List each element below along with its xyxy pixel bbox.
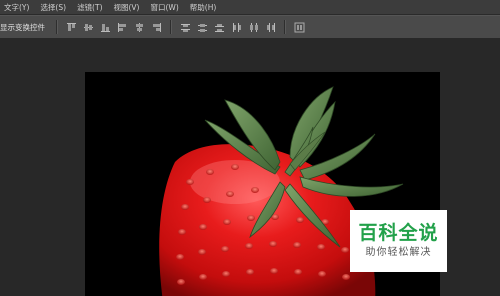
show-transform-controls-label[interactable]: 显示变换控件 bbox=[0, 22, 45, 33]
watermark-title: 百科全说 bbox=[358, 222, 439, 244]
align-vertical-centers-icon[interactable] bbox=[83, 22, 94, 33]
distribute-horizontal-centers-icon[interactable] bbox=[248, 22, 259, 33]
align-right-edges-icon[interactable] bbox=[151, 22, 162, 33]
menu-bar: 文字(Y) 选择(S) 滤镜(T) 视图(V) 窗口(W) 帮助(H) bbox=[0, 0, 500, 15]
align-horizontal-centers-icon[interactable] bbox=[134, 22, 145, 33]
menu-select[interactable]: 选择(S) bbox=[40, 2, 66, 13]
auto-align-layers-icon[interactable] bbox=[294, 22, 305, 33]
watermark-subtitle: 助你轻松解决 bbox=[365, 247, 432, 258]
align-bottom-edges-icon[interactable] bbox=[100, 22, 111, 33]
options-separator bbox=[56, 20, 58, 34]
options-separator bbox=[284, 20, 286, 34]
menu-view[interactable]: 视图(V) bbox=[114, 2, 140, 13]
align-top-edges-icon[interactable] bbox=[66, 22, 77, 33]
distribute-vertical-centers-icon[interactable] bbox=[197, 22, 208, 33]
menu-window[interactable]: 窗口(W) bbox=[150, 2, 178, 13]
menu-filter[interactable]: 滤镜(T) bbox=[77, 2, 102, 13]
menu-help[interactable]: 帮助(H) bbox=[190, 2, 217, 13]
distribute-bottom-edges-icon[interactable] bbox=[214, 22, 225, 33]
distribute-left-edges-icon[interactable] bbox=[231, 22, 242, 33]
distribute-top-edges-icon[interactable] bbox=[180, 22, 191, 33]
menu-type[interactable]: 文字(Y) bbox=[4, 2, 29, 13]
watermark-badge: 百科全说 助你轻松解决 bbox=[350, 210, 447, 272]
align-left-edges-icon[interactable] bbox=[117, 22, 128, 33]
document-workspace: 百科全说 助你轻松解决 bbox=[0, 38, 500, 296]
distribute-right-edges-icon[interactable] bbox=[265, 22, 276, 33]
options-bar: 显示变换控件 bbox=[0, 15, 500, 39]
photoshop-window: 文字(Y) 选择(S) 滤镜(T) 视图(V) 窗口(W) 帮助(H) 显示变换… bbox=[0, 0, 500, 296]
options-separator bbox=[170, 20, 172, 34]
